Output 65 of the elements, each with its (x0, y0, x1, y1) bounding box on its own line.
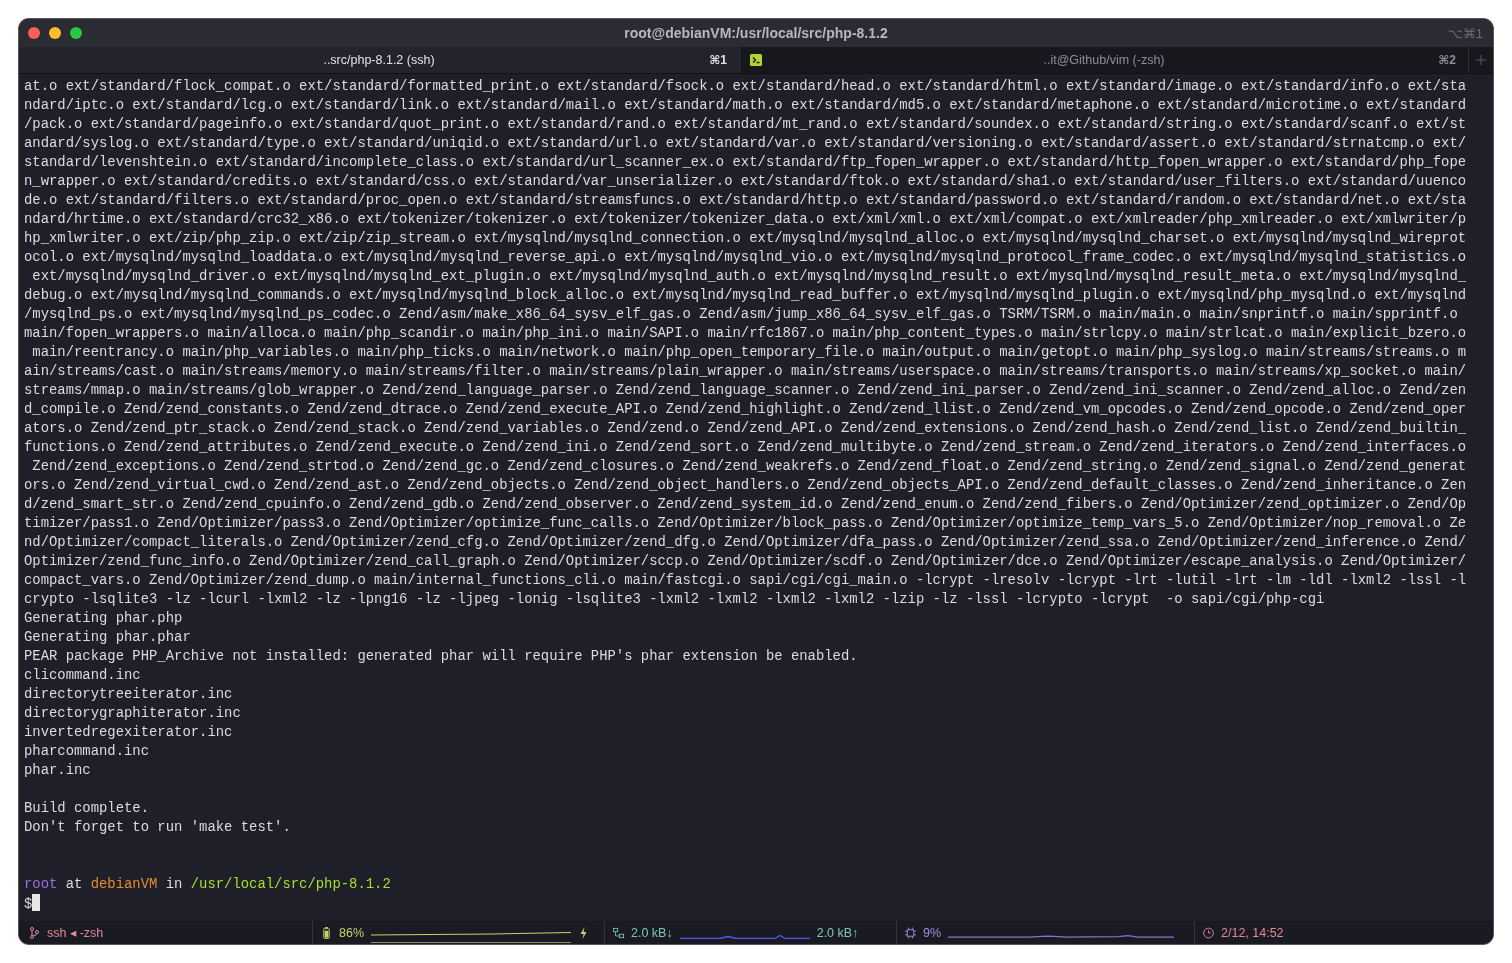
text-cursor (32, 894, 41, 911)
window-title: root@debianVM:/usr/local/src/php-8.1.2 (624, 25, 888, 41)
output-line: ors.o Zend/zend_virtual_cwd.o Zend/zend_ast.o Zend/zend_objects.o Zend/zend_object_handlers.o Zend/zend_objects_API.o Zend/zend_default_classes.o Zend/zend_inheritance.o Zen (24, 476, 1467, 495)
output-line: Build complete. (24, 799, 150, 818)
clock-icon (1203, 926, 1214, 939)
cpu-icon (905, 926, 916, 939)
minimize-button[interactable] (49, 27, 61, 39)
output-line: de.o ext/standard/filters.o ext/standard/proc_open.o ext/standard/streamsfuncs.o ext/standard/http.o ext/standard/password.o ext/standard/random.o ext/standard/net.o ext/sta (24, 191, 1467, 210)
output-line: main/reentrancy.o main/php_variables.o main/php_ticks.o main/network.o main/php_open_temporary_file.o main/output.o main/getopt.o main/php_syslog.o main/streams/streams.o m (31, 343, 1467, 362)
output-line: Generating phar.php (24, 609, 183, 628)
prompt-symbol: $ (24, 896, 33, 912)
prompt-user: root (24, 876, 58, 892)
network-icon (613, 926, 624, 939)
output-line: andard/syslog.o ext/standard/type.o ext/standard/uniqid.o ext/standard/url.o ext/standard/var.o ext/standard/versioning.o ext/standard/assert.o ext/standard/strnatcmp.o ext/ (24, 134, 1467, 153)
prompt-word: at (64, 876, 84, 892)
clock-time: 2/12, 14:52 (1221, 925, 1284, 940)
output-line: compact_vars.o Zend/Optimizer/zend_dump.o main/internal_functions_cli.o main/fastcgi.o sapi/cgi/cgi_main.o -lcrypt -lresolv -lcrypt -lrt -lutil -lrt -lm -ldl -lxml2 -lssl -l (24, 571, 1467, 590)
output-line: ocol.o ext/mysqlnd/mysqlnd_loaddata.o ext/mysqlnd/mysqlnd_reverse_api.o ext/mysqlnd/mysqlnd_vio.o ext/mysqlnd/mysqlnd_protocol_frame_codec.o ext/mysqlnd/mysqlnd_statistics.o (24, 248, 1467, 267)
output-line: directorytreeiterator.inc (24, 685, 233, 704)
output-line: Don't forget to run 'make test'. (24, 818, 291, 837)
output-line: at.o ext/standard/flock_compat.o ext/standard/formatted_print.o ext/standard/fsock.o ext/standard/head.o ext/standard/html.o ext/standard/image.o ext/standard/info.o ext/sta (24, 77, 1467, 96)
output-line: Zend/zend_exceptions.o Zend/zend_strtod.o Zend/zend_gc.o Zend/zend_closures.o Zend/zend_weakrefs.o Zend/zend_float.o Zend/zend_string.o Zend/zend_signal.o Zend/zend_generat (31, 457, 1467, 476)
output-line: standard/levenshtein.o ext/standard/incomplete_class.o ext/standard/url_scanner_ex.o ext/standard/ftp_fopen_wrapper.o ext/standard/http_fopen_wrapper.o ext/standard/php_fope (24, 153, 1467, 172)
output-line: directorygraphiterator.inc (24, 704, 241, 723)
output-line: /pack.o ext/standard/pageinfo.o ext/standard/quot_print.o ext/standard/rand.o ext/standard/mt_rand.o ext/standard/soundex.o ext/standard/string.o ext/standard/scanf.o ext/st (24, 115, 1467, 134)
branch-icon (29, 926, 40, 939)
prompt-host: debianVM (90, 876, 158, 892)
output-line: ain/streams/cast.o main/streams/memory.o main/streams/filter.o main/streams/plain_wrapper.o main/streams/userspace.o main/streams/transports.o main/streams/xp_socket.o main/ (24, 362, 1467, 381)
output-line: ndard/hrtime.o ext/standard/crc32_x86.o ext/tokenizer/tokenizer.o ext/tokenizer/tokenizer_data.o ext/xml/xml.o ext/xml/compat.o ext/xmlreader/php_xmlreader.o ext/xmlwriter/p (24, 210, 1467, 229)
zoom-button[interactable] (70, 27, 82, 39)
output-line: ext/mysqlnd/mysqlnd_driver.o ext/mysqlnd/mysqlnd_ext_plugin.o ext/mysqlnd/mysqlnd_auth.o ext/mysqlnd/mysqlnd_result.o ext/mysqlnd/mysqlnd_result_meta.o ext/mysqlnd/mysqlnd_ (31, 267, 1467, 286)
output-line: crypto -lsqlite3 -lz -lcurl -lxml2 -lz -lpng16 -lz -ljpeg -lonig -lsqlite3 -lxml2 -lxml2 -lxml2 -lxml2 -lzip -lz -lssl -lcrypto -lcrypt -o sapi/cgi/php-cgi (24, 590, 1325, 609)
tab[interactable]: ..src/php-8.1.2 (ssh) ⌘1 (19, 47, 740, 73)
output-line: debug.o ext/mysqlnd/mysqlnd_commands.o ext/mysqlnd/mysqlnd_block_alloc.o ext/mysqlnd/mysqlnd_read_buffer.o ext/mysqlnd/mysqlnd_plugin.o ext/mysqlnd/php_mysqlnd.o ext/mysqlnd (24, 286, 1467, 305)
output-line: Optimizer/zend_func_info.o Zend/Optimizer/zend_call_graph.o Zend/Optimizer/sccp.o Zend/Optimizer/scdf.o Zend/Optimizer/dce.o Zend/Optimizer/escape_analysis.o Zend/Optimizer/ (24, 552, 1467, 571)
output-line: phar.inc (24, 761, 91, 780)
output-line: functions.o Zend/zend_attributes.o Zend/zend_execute.o Zend/zend_ini.o Zend/zend_sort.o Zend/zend_multibyte.o Zend/zend_stream.o Zend/zend_iterators.o Zend/zend_interfaces.o (24, 438, 1467, 457)
output-line: pharcommand.inc (24, 742, 150, 761)
output-line: /mysqlnd_ps.o ext/mysqlnd/mysqlnd_ps_codec.o Zend/asm/make_x86_64_sysv_elf_gas.o Zend/asm/jump_x86_64_sysv_elf_gas.o TSRM/TSRM.o main/main.o main/snprintf.o main/spprintf.o (24, 305, 1458, 324)
output-line: ndard/iptc.o ext/standard/lcg.o ext/standard/link.o ext/standard/mail.o ext/standard/math.o ext/standard/md5.o ext/standard/metaphone.o ext/standard/microtime.o ext/standard (24, 96, 1467, 115)
output-line: clicommand.inc (24, 666, 141, 685)
battery-percent: 86% (339, 925, 365, 940)
output-line: n_wrapper.o ext/standard/credits.o ext/standard/css.o ext/standard/var_unserializer.o ext/standard/ftok.o ext/standard/sha1.o ext/standard/user_filters.o ext/standard/uuenco (24, 172, 1467, 191)
plus-icon (1476, 55, 1486, 65)
session-label: ssh ◂ -zsh (47, 925, 104, 940)
output-line: invertedregexiterator.inc (24, 723, 233, 742)
output-line: timizer/pass1.o Zend/Optimizer/pass3.o Zend/Optimizer/optimize_func_calls.o Zend/Optimizer/block_pass.o Zend/Optimizer/optimize_temp_vars_5.o Zend/Optimizer/nop_removal.o Ze (24, 514, 1467, 533)
output-line: ators.o Zend/zend_ptr_stack.o Zend/zend_stack.o Zend/zend_variables.o Zend/zend.o Zend/zend_API.o Zend/zend_extensions.o Zend/zend_hash.o Zend/zend_list.o Zend/zend_builtin_ (24, 419, 1467, 438)
output-line: main/fopen_wrappers.o main/alloca.o main/php_scandir.o main/php_ini.o main/SAPI.o main/rfc1867.o main/php_content_types.o main/strlcpy.o main/strlcat.o main/explicit_bzero.o (24, 324, 1467, 343)
close-button[interactable] (28, 27, 40, 39)
battery-icon (321, 926, 332, 939)
output-line: nd/Optimizer/compact_literals.o Zend/Optimizer/zend_cfg.o Zend/Optimizer/zend_dfg.o Zend/Optimizer/dfa_pass.o Zend/Optimizer/zend_ssa.o Zend/Optimizer/zend_inference.o Zend/ (24, 533, 1467, 552)
download-rate: 2.0 kB↓ (631, 925, 673, 940)
output-line: hp_xmlwriter.o ext/zip/php_zip.o ext/zip/zip_stream.o ext/mysqlnd/mysqlnd_connection.o ext/mysqlnd/mysqlnd_alloc.o ext/mysqlnd/mysqlnd_charset.o ext/mysqlnd/mysqlnd_wireprot (24, 229, 1467, 248)
output-line: d/zend_smart_str.o Zend/zend_cpuinfo.o Zend/zend_gdb.o Zend/zend_observer.o Zend/zend_system_id.o Zend/zend_enum.o Zend/zend_fibers.o Zend/Optimizer/zend_optimizer.o Zend/Op (24, 495, 1467, 514)
upload-rate: 2.0 kB↑ (816, 925, 859, 940)
output-line: Generating phar.phar (24, 628, 191, 647)
output-line: PEAR package PHP_Archive not installed: generated phar will require PHP's phar extension be enabled. (24, 647, 858, 666)
prompt-word: in (164, 876, 184, 892)
prompt-path: /usr/local/src/php-8.1.2 (190, 876, 391, 892)
output-line: streams/mmap.o main/streams/glob_wrapper.o Zend/zend_language_parser.o Zend/zend_language_scanner.o Zend/zend_ini_parser.o Zend/zend_ini_scanner.o Zend/zend_alloc.o Zend/zen (24, 381, 1467, 400)
window-shortcut: ⌥⌘1 (1447, 25, 1484, 41)
output-line: d_compile.o Zend/zend_constants.o Zend/zend_dtrace.o Zend/zend_execute_API.o Zend/zend_highlight.o Zend/zend_llist.o Zend/zend_vm_opcodes.o Zend/zend_opcode.o Zend/zend_oper (24, 400, 1467, 419)
terminal-icon (750, 54, 762, 66)
cpu-percent: 9% (923, 925, 942, 940)
